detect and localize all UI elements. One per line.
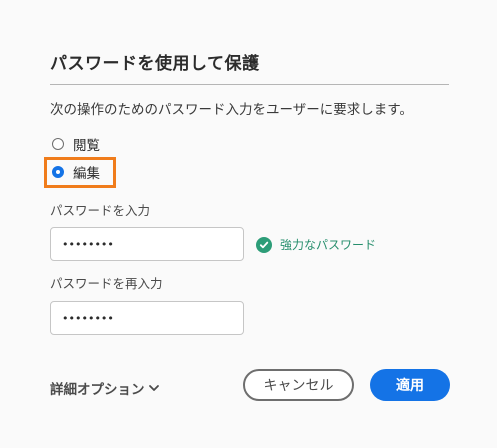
title-divider [50,84,449,85]
password-strength-text: 強力なパスワード [280,238,377,252]
password-label: パスワードを入力 [50,203,151,218]
protect-with-password-dialog: パスワードを使用して保護 次の操作のためのパスワード入力をユーザーに要求します。… [0,0,497,448]
password-input[interactable] [50,227,244,261]
advanced-options-label: 詳細オプション [50,382,145,398]
radio-view-label: 閲覧 [73,138,100,154]
radio-button-edit[interactable] [52,166,64,178]
advanced-options-toggle[interactable]: 詳細オプション [50,378,160,398]
check-circle-icon [256,236,272,253]
cancel-button[interactable]: キャンセル [243,369,354,401]
radio-edit-label: 編集 [73,166,100,182]
confirm-password-input[interactable] [50,301,244,335]
radio-view[interactable]: 閲覧 [52,134,100,154]
dialog-description: 次の操作のためのパスワード入力をユーザーに要求します。 [50,102,413,118]
chevron-down-icon [148,383,160,393]
radio-button-view[interactable] [52,138,64,150]
radio-edit[interactable]: 編集 [52,162,100,182]
password-strength-indicator: 強力なパスワード [256,236,376,253]
confirm-password-label: パスワードを再入力 [50,276,163,291]
dialog-title: パスワードを使用して保護 [50,54,260,74]
apply-button[interactable]: 適用 [370,369,450,401]
